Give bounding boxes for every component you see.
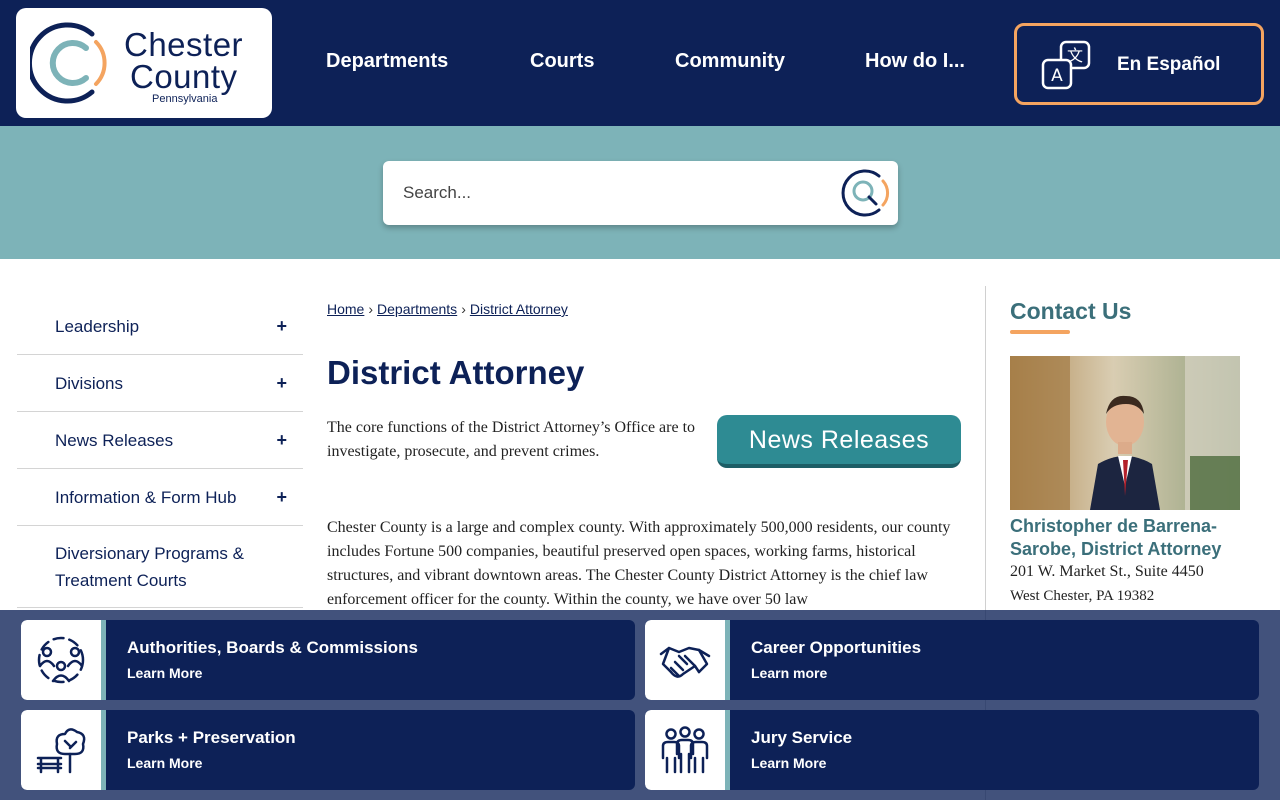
sidebar-item-divisions[interactable]: Divisions + (17, 355, 303, 412)
people-group-icon (37, 636, 85, 684)
district-attorney-photo (1010, 356, 1240, 510)
breadcrumb-departments[interactable]: Departments (377, 301, 457, 317)
quick-link-authorities-boards[interactable]: Authorities, Boards & Commissions Learn … (21, 620, 635, 700)
search-input[interactable] (403, 181, 823, 205)
learn-more-link[interactable]: Learn More (127, 755, 202, 771)
search-box (383, 161, 898, 225)
nav-departments[interactable]: Departments (326, 50, 448, 73)
spanish-language-button[interactable]: 文 A En Español (1014, 23, 1264, 105)
card-accent (725, 710, 730, 790)
nav-community[interactable]: Community (675, 50, 785, 73)
chester-county-logo-icon (30, 22, 107, 104)
sidebar-item-label: Diversionary Programs & Treatment Courts (55, 543, 244, 590)
card-accent (101, 620, 106, 700)
translate-icon: 文 A (1041, 40, 1091, 90)
expand-plus-icon[interactable]: + (276, 430, 287, 451)
quick-link-title: Jury Service (751, 728, 853, 747)
breadcrumb: Home › Departments › District Attorney (327, 301, 568, 317)
quick-link-icon-box (21, 620, 101, 700)
quick-link-jury-service[interactable]: Jury Service Learn More (645, 710, 1259, 790)
quick-link-icon-box (645, 620, 725, 700)
quick-link-parks-preservation[interactable]: Parks + Preservation Learn More (21, 710, 635, 790)
breadcrumb-separator: › (368, 301, 374, 317)
expand-plus-icon[interactable]: + (276, 373, 287, 394)
sidebar-item-information-form-hub[interactable]: Information & Form Hub + (17, 469, 303, 526)
logo-text-chester: Chester (124, 26, 244, 63)
svg-text:A: A (1051, 66, 1063, 86)
news-releases-button[interactable]: News Releases (717, 415, 961, 468)
quick-link-icon-box (645, 710, 725, 790)
quick-link-title: Career Opportunities (751, 638, 922, 657)
sidebar-item-diversionary-programs[interactable]: Diversionary Programs & Treatment Courts (17, 526, 303, 608)
breadcrumb-separator: › (461, 301, 466, 317)
contact-us-heading: Contact Us (1010, 298, 1132, 324)
logo-text-state: Pennsylvania (152, 93, 218, 105)
nav-courts[interactable]: Courts (530, 50, 594, 73)
heading-underline (1010, 330, 1070, 334)
contact-address-line1: 201 W. Market St., Suite 4450 (1010, 563, 1204, 580)
search-band (0, 126, 1280, 259)
body-text: Chester County is a large and complex co… (327, 519, 951, 608)
sidebar-item-label: Information & Form Hub (55, 487, 237, 507)
site-logo[interactable]: Chester County Pennsylvania (16, 8, 272, 118)
quick-link-icon-box (21, 710, 101, 790)
breadcrumb-home[interactable]: Home (327, 301, 364, 317)
card-accent (101, 710, 106, 790)
sidebar-item-news-releases[interactable]: News Releases + (17, 412, 303, 469)
park-bench-tree-icon (36, 728, 86, 774)
quick-link-career-opportunities[interactable]: Career Opportunities Learn more (645, 620, 1259, 700)
jury-people-icon (661, 726, 709, 774)
card-accent (725, 620, 730, 700)
quick-link-title: Parks + Preservation (127, 728, 296, 747)
learn-more-link[interactable]: Learn More (127, 665, 202, 681)
intro-text: The core functions of the District Attor… (327, 419, 696, 460)
expand-plus-icon[interactable]: + (276, 316, 287, 337)
handshake-icon (659, 646, 711, 678)
logo-text-county: County (130, 58, 238, 95)
site-header: Chester County Pennsylvania Departments … (0, 0, 1280, 126)
spanish-language-label: En Español (1117, 54, 1221, 75)
learn-more-link[interactable]: Learn more (751, 665, 827, 681)
quick-links-overlay: Authorities, Boards & Commissions Learn … (0, 610, 1280, 800)
search-icon[interactable] (839, 167, 891, 219)
sidebar-item-label: Divisions (55, 373, 124, 393)
page-title: District Attorney (327, 354, 585, 391)
sidebar-item-leadership[interactable]: Leadership + (17, 298, 303, 355)
sidebar-nav: Leadership + Divisions + News Releases +… (17, 298, 303, 608)
sidebar-item-label: News Releases (55, 430, 174, 450)
breadcrumb-district-attorney[interactable]: District Attorney (470, 301, 568, 317)
learn-more-link[interactable]: Learn More (751, 755, 826, 771)
contact-name: Christopher de Barrena-Sarobe, District … (1010, 516, 1222, 559)
nav-how-do-i[interactable]: How do I... (865, 50, 965, 73)
contact-address-line2: West Chester, PA 19382 (1010, 588, 1155, 604)
expand-plus-icon[interactable]: + (276, 487, 287, 508)
sidebar-item-label: Leadership (55, 316, 140, 336)
quick-link-title: Authorities, Boards & Commissions (127, 638, 418, 657)
